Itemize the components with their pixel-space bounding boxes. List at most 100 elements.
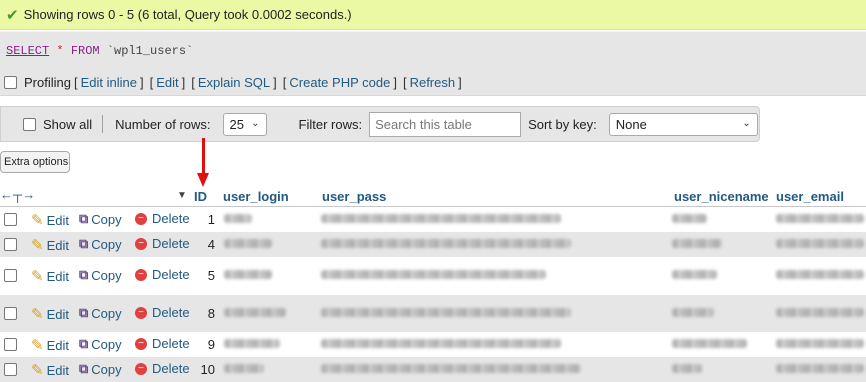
- row-select-checkbox[interactable]: [4, 338, 17, 351]
- row-copy-link[interactable]: ⧉ Copy: [79, 211, 122, 227]
- table-row: ✎ Edit ⧉ Copy − Delete 5: [0, 257, 866, 295]
- pencil-icon: ✎: [31, 237, 44, 254]
- user-nicename-value: [672, 364, 702, 373]
- pencil-icon: ✎: [31, 268, 44, 285]
- explain-sql-link[interactable]: Explain SQL: [198, 75, 270, 90]
- row-delete-label: Delete: [152, 211, 190, 226]
- row-id: 4: [207, 237, 215, 252]
- filter-rows-input[interactable]: Search this table: [369, 111, 522, 137]
- copy-icon: ⧉: [79, 211, 89, 226]
- user-login-value: [224, 239, 272, 248]
- column-resize-arrows-icon[interactable]: ←┬→: [0, 187, 35, 202]
- row-edit-label: Edit: [46, 306, 69, 322]
- copy-icon: ⧉: [79, 361, 89, 376]
- row-copy-link[interactable]: ⧉ Copy: [79, 305, 122, 321]
- row-delete-label: Delete: [152, 336, 190, 351]
- row-copy-link[interactable]: ⧉ Copy: [79, 361, 122, 377]
- column-header-user-login[interactable]: user_login: [223, 189, 289, 204]
- results-table-header: ←┬→ ▼ ID user_login user_pass user_nicen…: [0, 187, 866, 207]
- row-copy-link[interactable]: ⧉ Copy: [79, 267, 122, 283]
- row-delete-link[interactable]: − Delete: [135, 361, 190, 376]
- user-nicename-value: [672, 270, 717, 279]
- annotation-arrow-shaft: [202, 138, 205, 174]
- user-login-value: [224, 270, 272, 279]
- rows-count-label: Number of rows:: [115, 116, 211, 132]
- table-row: ✎ Edit ⧉ Copy − Delete 9: [0, 332, 866, 357]
- row-id: 10: [200, 362, 215, 377]
- row-select-checkbox[interactable]: [4, 363, 17, 376]
- copy-icon: ⧉: [79, 267, 89, 282]
- user-nicename-value: [672, 339, 747, 348]
- user-pass-value: [321, 239, 571, 248]
- row-copy-link[interactable]: ⧉ Copy: [79, 236, 122, 252]
- row-edit-link[interactable]: ✎ Edit: [31, 336, 69, 354]
- row-delete-link[interactable]: − Delete: [135, 336, 190, 351]
- table-row: ✎ Edit ⧉ Copy − Delete 10: [0, 357, 866, 382]
- user-nicename-value: [672, 308, 714, 317]
- row-edit-link[interactable]: ✎ Edit: [31, 267, 69, 285]
- row-edit-link[interactable]: ✎ Edit: [31, 305, 69, 323]
- column-header-user-email[interactable]: user_email: [776, 189, 844, 204]
- row-delete-link[interactable]: − Delete: [135, 236, 190, 251]
- row-copy-link[interactable]: ⧉ Copy: [79, 336, 122, 352]
- sql-star: *: [56, 44, 64, 58]
- edit-query-link[interactable]: Edit: [156, 75, 178, 90]
- row-delete-label: Delete: [152, 361, 190, 376]
- copy-icon: ⧉: [79, 336, 89, 351]
- pencil-icon: ✎: [31, 306, 44, 323]
- row-delete-link[interactable]: − Delete: [135, 305, 190, 320]
- row-edit-label: Edit: [46, 212, 69, 228]
- edit-inline-link[interactable]: Edit inline: [81, 75, 137, 90]
- row-edit-label: Edit: [46, 268, 69, 284]
- user-pass-value: [321, 364, 581, 373]
- rows-count-select[interactable]: 25 ⌄: [222, 112, 267, 136]
- divider: [102, 115, 104, 133]
- delete-icon: −: [135, 306, 147, 319]
- row-edit-link[interactable]: ✎ Edit: [31, 361, 69, 379]
- column-header-user-pass[interactable]: user_pass: [322, 189, 386, 204]
- show-all-checkbox[interactable]: [23, 117, 36, 131]
- delete-icon: −: [135, 337, 147, 350]
- sql-from-keyword: FROM: [70, 44, 100, 58]
- extra-options-button[interactable]: Extra options: [0, 151, 70, 173]
- rows-count-value: 25: [229, 116, 244, 132]
- table-navigation-bar: Show all Number of rows: 25 ⌄ Filter row…: [0, 106, 760, 142]
- row-edit-label: Edit: [46, 237, 69, 253]
- user-email-value: [776, 364, 864, 373]
- copy-icon: ⧉: [79, 305, 89, 320]
- row-edit-link[interactable]: ✎ Edit: [31, 211, 69, 229]
- column-header-id[interactable]: ID: [194, 189, 207, 204]
- create-php-code-link[interactable]: Create PHP code: [289, 75, 390, 90]
- user-email-value: [776, 270, 864, 279]
- copy-icon: ⧉: [79, 236, 89, 251]
- profiling-label: Profiling: [24, 74, 71, 90]
- user-nicename-value: [672, 214, 707, 223]
- column-header-user-nicename[interactable]: user_nicename: [674, 189, 769, 204]
- row-delete-label: Delete: [152, 236, 190, 251]
- user-email-value: [776, 239, 864, 248]
- delete-icon: −: [135, 237, 147, 250]
- row-select-checkbox[interactable]: [4, 307, 17, 320]
- refresh-link[interactable]: Refresh: [410, 75, 456, 90]
- profiling-checkbox[interactable]: [4, 75, 17, 89]
- user-nicename-value: [672, 239, 722, 248]
- row-delete-link[interactable]: − Delete: [135, 267, 190, 282]
- row-delete-link[interactable]: − Delete: [135, 211, 190, 226]
- row-edit-link[interactable]: ✎ Edit: [31, 236, 69, 254]
- chevron-down-icon: ⌄: [251, 117, 260, 129]
- row-select-checkbox[interactable]: [4, 269, 17, 282]
- sort-down-icon[interactable]: ▼: [177, 190, 187, 201]
- row-id: 5: [207, 268, 215, 283]
- table-row: ✎ Edit ⧉ Copy − Delete 4: [0, 232, 866, 257]
- sort-by-key-label: Sort by key:: [528, 116, 597, 132]
- user-pass-value: [321, 308, 571, 317]
- profiling-bar: Profiling [Edit inline] [Edit] [Explain …: [0, 69, 866, 96]
- row-edit-label: Edit: [46, 362, 69, 378]
- table-row: ✎ Edit ⧉ Copy − Delete 8: [0, 295, 866, 332]
- sort-by-key-select[interactable]: None ⌄: [608, 112, 758, 136]
- user-pass-value: [321, 339, 561, 348]
- row-select-checkbox[interactable]: [4, 213, 17, 226]
- user-pass-value: [321, 270, 546, 279]
- row-select-checkbox[interactable]: [4, 238, 17, 251]
- sql-select-keyword[interactable]: SELECT: [6, 44, 49, 58]
